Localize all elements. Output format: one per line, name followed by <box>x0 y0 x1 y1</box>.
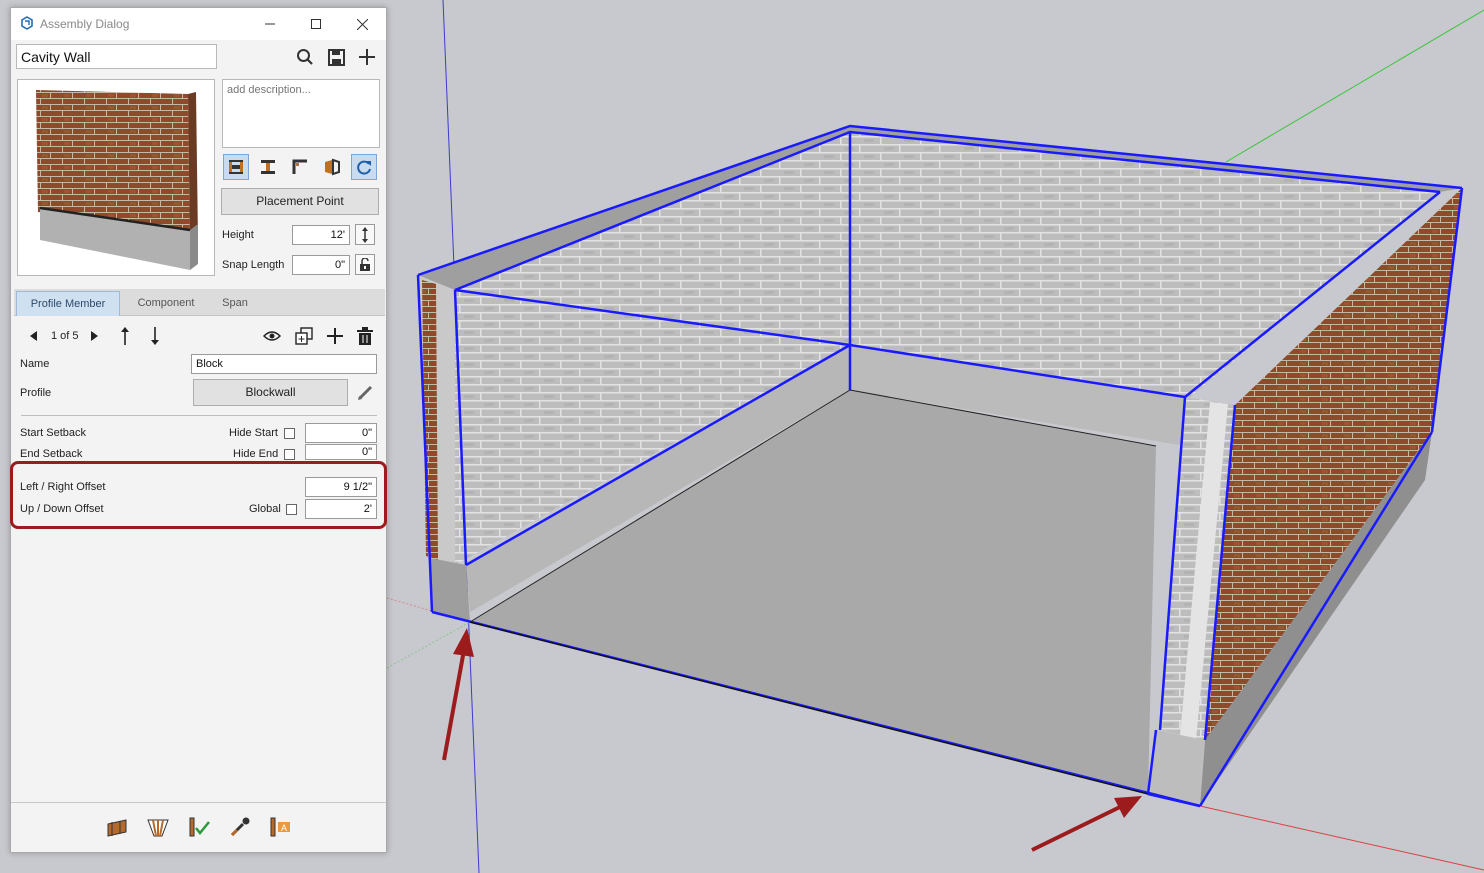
justify-both-icon[interactable] <box>223 154 249 180</box>
end-setback-input[interactable] <box>305 444 377 460</box>
justify-center-icon[interactable] <box>255 154 281 180</box>
minimize-icon[interactable] <box>259 14 281 34</box>
lock-icon[interactable] <box>355 254 375 275</box>
assembly-dialog: Assembly Dialog Placement <box>10 7 387 853</box>
close-icon[interactable] <box>351 14 373 34</box>
delete-icon[interactable] <box>354 326 376 346</box>
member-name-input[interactable] <box>191 354 377 374</box>
pager-label: 1 of 5 <box>51 330 79 342</box>
app-logo-icon <box>20 16 34 33</box>
description-textarea[interactable] <box>222 79 380 148</box>
eyedropper-icon[interactable] <box>227 814 253 840</box>
maximize-icon[interactable] <box>305 14 327 34</box>
corner-icon[interactable] <box>287 154 313 180</box>
prev-arrow-icon[interactable] <box>29 326 39 346</box>
height-arrow-icon[interactable] <box>355 224 375 245</box>
label-tool-icon[interactable]: A <box>267 814 293 840</box>
next-arrow-icon[interactable] <box>89 326 99 346</box>
window-title: Assembly Dialog <box>40 17 130 31</box>
tab-span[interactable]: Span <box>212 291 258 316</box>
search-icon[interactable] <box>294 46 316 68</box>
green-axis <box>1225 9 1484 163</box>
name-label: Name <box>20 358 50 370</box>
assembly-preview-image <box>17 79 215 276</box>
end-setback-label: End Setback <box>20 448 83 460</box>
hide-end-checkbox[interactable] <box>284 449 295 460</box>
red-axis <box>1199 805 1484 871</box>
move-up-icon[interactable] <box>118 326 132 346</box>
snap-length-label: Snap Length <box>222 259 285 271</box>
hide-end-label: Hide End <box>233 448 279 460</box>
assembly-name-input[interactable] <box>16 44 217 69</box>
move-down-icon[interactable] <box>148 326 162 346</box>
wall-tool-icon[interactable] <box>105 814 131 840</box>
save-icon[interactable] <box>325 46 347 68</box>
verify-icon[interactable] <box>186 814 212 840</box>
hide-start-checkbox[interactable] <box>284 428 295 439</box>
refresh-icon[interactable] <box>351 154 377 180</box>
profile-button[interactable]: Blockwall <box>193 379 348 406</box>
profile-label: Profile <box>20 387 52 399</box>
placement-point-button[interactable]: Placement Point <box>221 188 379 215</box>
tab-profile-member[interactable]: Profile Member <box>16 291 120 316</box>
plus-icon[interactable] <box>356 46 378 68</box>
tab-bar: Profile Member Component Span <box>14 289 385 316</box>
pencil-icon[interactable] <box>355 383 375 403</box>
eye-icon[interactable] <box>261 326 283 346</box>
flip-icon[interactable] <box>319 154 345 180</box>
snap-length-input[interactable] <box>292 255 350 275</box>
title-bar: Assembly Dialog <box>11 8 386 40</box>
height-input[interactable] <box>292 225 350 245</box>
add-icon[interactable] <box>324 326 346 346</box>
hide-start-label: Hide Start <box>229 427 278 439</box>
roof-tool-icon[interactable] <box>145 814 171 840</box>
start-setback-label: Start Setback <box>20 427 87 439</box>
offset-highlight-box <box>10 461 387 529</box>
duplicate-icon[interactable] <box>293 326 315 346</box>
tab-component[interactable]: Component <box>122 291 210 316</box>
height-label: Height <box>222 229 254 241</box>
svg-text:A: A <box>281 823 287 833</box>
start-setback-input[interactable] <box>305 423 377 443</box>
